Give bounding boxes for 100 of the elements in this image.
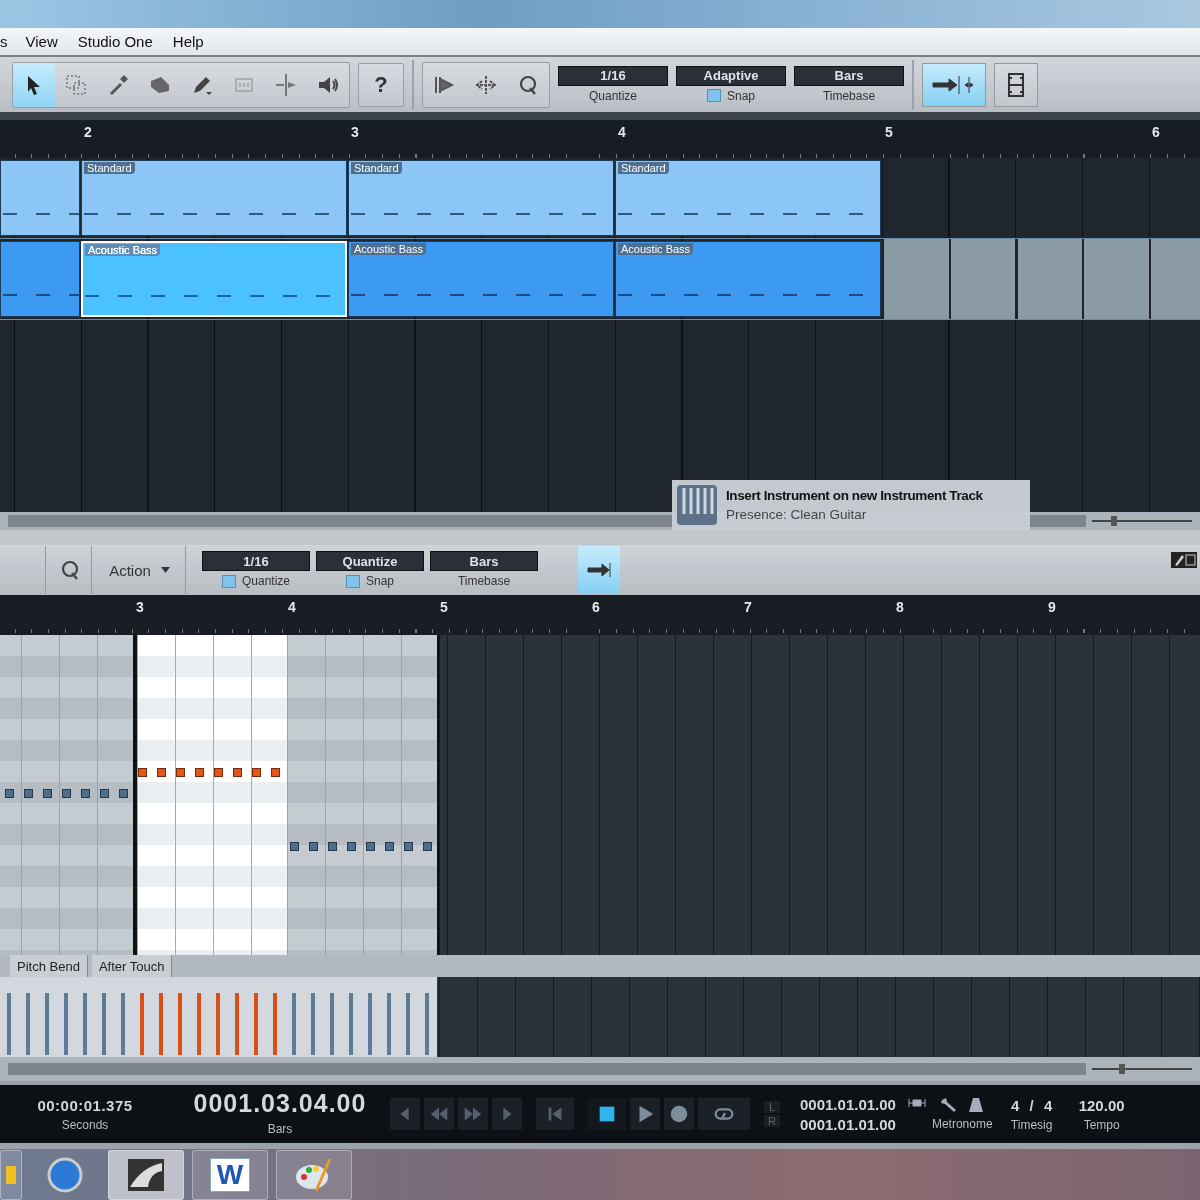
clip-label: Acoustic Bass	[618, 243, 694, 255]
menu-item[interactable]: View	[15, 33, 68, 50]
loop-start-display: 0001.01.01.00	[800, 1095, 896, 1113]
note[interactable]	[271, 768, 280, 777]
field-label: Snap	[727, 88, 755, 103]
clip-label: Standard	[84, 162, 135, 174]
position-display: 0001.03.04.00	[193, 1088, 367, 1118]
tooltip-subtitle: Presence: Clean Guitar	[726, 507, 868, 522]
note[interactable]	[119, 789, 128, 798]
transport-button[interactable]	[588, 1098, 626, 1130]
note[interactable]	[62, 789, 71, 798]
value-selector[interactable]: Bars	[430, 551, 538, 571]
metronome-label: Metronome	[931, 1117, 993, 1131]
clip[interactable]: Standard	[615, 160, 881, 236]
splitter-handle[interactable]	[0, 530, 1200, 545]
clip[interactable]: Acoustic Bass	[615, 241, 881, 317]
bar-number: 3	[136, 599, 144, 615]
scrollbar[interactable]	[8, 1063, 1086, 1075]
timeline-ruler[interactable]: 3 4 5 6 7 8 9	[0, 595, 1200, 635]
note[interactable]	[404, 842, 413, 851]
lane-tab[interactable]: Pitch Bend	[10, 955, 88, 977]
slider-thumb[interactable]	[1111, 516, 1117, 526]
loop-end-display: 0001.01.01.00	[800, 1115, 896, 1133]
part-area[interactable]	[0, 635, 135, 955]
clip-label: Acoustic Bass	[85, 244, 161, 256]
field-label: Timebase	[822, 88, 876, 103]
bar-number: 4	[288, 599, 296, 615]
note[interactable]	[43, 789, 52, 798]
field-label: Timebase	[457, 574, 511, 588]
transport-button[interactable]	[698, 1098, 750, 1130]
clip[interactable]	[0, 241, 80, 317]
value-selector[interactable]: Quantize	[316, 551, 424, 571]
note[interactable]	[385, 842, 394, 851]
field-label: Quantize	[242, 574, 290, 588]
taskbar-button[interactable]: W	[192, 1149, 268, 1200]
note[interactable]	[5, 789, 14, 798]
lane-tab[interactable]: After Touch	[91, 955, 173, 977]
follow-button[interactable]	[578, 546, 620, 594]
bar-number: 2	[84, 124, 92, 140]
record-icon	[668, 1103, 690, 1125]
clip[interactable]	[0, 160, 80, 236]
action-menu[interactable]: Action	[94, 546, 186, 594]
bar-number: 7	[744, 599, 752, 615]
clip[interactable]: Acoustic Bass	[81, 241, 347, 317]
slider-thumb[interactable]	[1119, 1064, 1125, 1074]
note[interactable]	[309, 842, 318, 851]
field-label: Snap	[366, 574, 394, 588]
tempo-display: 120.00	[1078, 1096, 1125, 1114]
tempo-label: Tempo	[1083, 1117, 1120, 1132]
toggle-icon[interactable]	[222, 574, 236, 588]
note[interactable]	[195, 768, 204, 777]
time-signature: 4 / 4	[1011, 1096, 1053, 1114]
wrench-icon	[940, 1097, 959, 1113]
left-locator-label: L	[764, 1101, 780, 1113]
tool-button[interactable]	[13, 62, 55, 107]
value-selector[interactable]: 1/16	[558, 65, 668, 86]
follow-button[interactable]	[922, 62, 986, 107]
document-app-icon: W	[209, 1157, 251, 1192]
bar-number: 9	[1048, 599, 1056, 615]
bar-number: 6	[592, 599, 600, 615]
note[interactable]	[24, 789, 33, 798]
help-button[interactable]: ?	[358, 62, 404, 107]
part-area[interactable]	[287, 635, 439, 955]
arrow-icon	[586, 560, 612, 580]
note[interactable]	[423, 842, 432, 851]
note[interactable]	[100, 789, 109, 798]
timeline-ruler[interactable]: 2 3 4 5 6	[0, 120, 1200, 158]
piano-icon	[676, 484, 718, 526]
clip-label: Standard	[351, 162, 402, 174]
transport-button[interactable]	[664, 1098, 694, 1130]
position-label: Bars	[267, 1121, 293, 1136]
note[interactable]	[214, 768, 223, 777]
video-button[interactable]	[994, 62, 1038, 107]
taskbar-button[interactable]	[108, 1149, 184, 1200]
value-selector[interactable]: 1/16	[202, 551, 310, 571]
menu-item[interactable]: s	[0, 33, 16, 50]
note[interactable]	[347, 842, 356, 851]
note[interactable]	[328, 842, 337, 851]
clip-label: Standard	[618, 162, 669, 174]
part-area[interactable]	[135, 635, 289, 955]
value-selector[interactable]: Bars	[794, 65, 904, 86]
clip[interactable]: Standard	[81, 160, 347, 236]
menu-item[interactable]: Studio One	[67, 33, 163, 50]
clip[interactable]: Standard	[348, 160, 614, 236]
transport-button[interactable]	[630, 1098, 660, 1130]
right-locator-label: R	[764, 1115, 780, 1127]
toggle-icon[interactable]	[707, 89, 721, 102]
note[interactable]	[157, 768, 166, 777]
value-selector[interactable]: Adaptive	[676, 65, 786, 86]
note[interactable]	[290, 842, 299, 851]
note[interactable]	[233, 768, 242, 777]
note[interactable]	[252, 768, 261, 777]
menu-item[interactable]: Help	[162, 33, 214, 50]
tooltip-title: Insert Instrument on new Instrument Track	[726, 488, 983, 503]
note[interactable]	[138, 768, 147, 777]
note[interactable]	[81, 789, 90, 798]
clip[interactable]: Acoustic Bass	[348, 241, 614, 317]
note[interactable]	[366, 842, 375, 851]
toggle-icon[interactable]	[346, 574, 360, 588]
note[interactable]	[176, 768, 185, 777]
